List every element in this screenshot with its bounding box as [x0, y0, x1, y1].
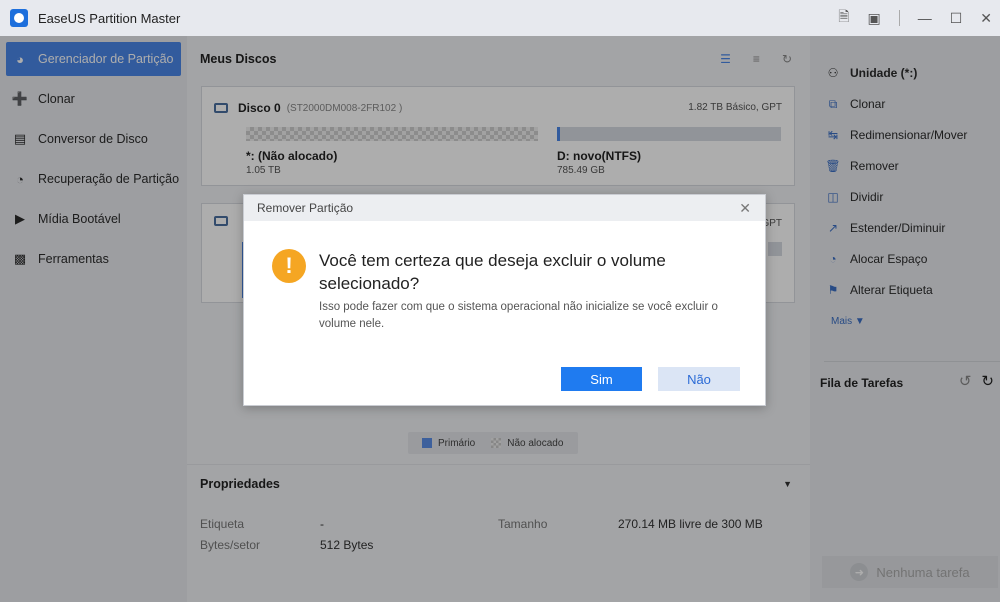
no-button[interactable]: Não: [658, 367, 740, 391]
minimize-icon[interactable]: —: [918, 10, 932, 26]
dialog-question: Você tem certeza que deseja excluir o vo…: [319, 251, 666, 293]
feedback-icon[interactable]: 🗎: [838, 6, 849, 30]
close-icon[interactable]: ✕: [980, 10, 992, 27]
export-icon[interactable]: ▣: [867, 10, 880, 27]
titlebar-separator: [898, 10, 900, 26]
warning-icon: !: [272, 249, 306, 283]
dialog-title: Remover Partição: [257, 201, 354, 215]
yes-button[interactable]: Sim: [561, 367, 642, 391]
maximize-icon[interactable]: ☐: [950, 10, 963, 27]
remove-partition-dialog: Remover Partição ✕ ! Você tem certeza qu…: [243, 194, 766, 406]
app-logo-icon: [10, 9, 28, 27]
app-title: EaseUS Partition Master: [38, 10, 181, 26]
title-bar: EaseUS Partition Master 🗎 ▣ — ☐ ✕: [0, 0, 1000, 36]
close-icon[interactable]: ✕: [739, 200, 751, 217]
dialog-message: Isso pode fazer com que o sistema operac…: [319, 301, 718, 330]
dialog-header: Remover Partição: [244, 195, 765, 221]
